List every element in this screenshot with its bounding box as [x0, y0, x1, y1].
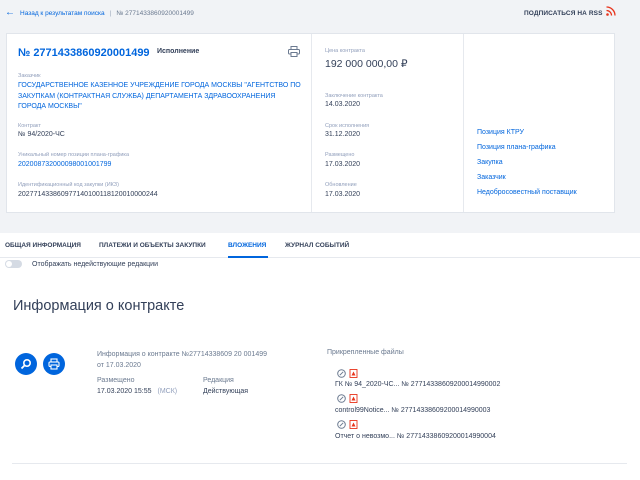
- published-value: 17.03.2020 15:55 (МСК): [97, 388, 177, 395]
- placed-label: Размещено: [325, 152, 355, 158]
- attachment-file-3[interactable]: Отчет о невозмо... № 2771433860920001499…: [335, 433, 496, 440]
- print-button[interactable]: [43, 353, 65, 375]
- breadcrumb-separator: |: [109, 9, 112, 17]
- plan-number-link[interactable]: 202008732000098001001799: [18, 161, 111, 168]
- customer-link[interactable]: ГОСУДАРСТВЕННОЕ КАЗЕННОЕ УЧРЕЖДЕНИЕ ГОРО…: [18, 81, 303, 113]
- tab-event-log[interactable]: ЖУРНАЛ СОБЫТИЙ: [285, 242, 349, 249]
- contract-info-line-1: Информация о контракте №27714338609 20 0…: [97, 351, 268, 358]
- signature-icon[interactable]: [337, 420, 346, 429]
- signature-icon[interactable]: [337, 394, 346, 403]
- registry-number[interactable]: № 2771433860920001499: [18, 47, 150, 59]
- card-dates-column: Цена контракта 192 000 000,00 ₽ Заключен…: [312, 34, 464, 212]
- conclusion-label: Заключение контракта: [325, 93, 383, 99]
- file-3-actions: [337, 420, 361, 429]
- placed-value: 17.03.2020: [325, 161, 361, 168]
- search-icon: [20, 358, 32, 370]
- inactive-editions-toggle[interactable]: [5, 260, 22, 268]
- updated-value: 17.03.2020: [325, 191, 361, 198]
- tab-attachments[interactable]: ВЛОЖЕНИЯ: [228, 242, 266, 249]
- edition-label: Редакция: [203, 377, 234, 384]
- customer-label: Заказчик: [18, 73, 41, 79]
- term-value: 31.12.2020: [325, 131, 361, 138]
- contract-value: № 94/2020-ЧС: [18, 131, 65, 138]
- rss-subscribe-link[interactable]: ПОДПИСАТЬСЯ НА RSS: [524, 10, 603, 17]
- published-datetime: 17.03.2020 15:55: [97, 388, 152, 395]
- price-value: 192 000 000,00 ₽: [325, 58, 408, 70]
- contract-info-text: Информация о контракте №27714338609 20 0…: [97, 349, 297, 371]
- section-divider: [12, 463, 627, 464]
- tab-bar: ОБЩАЯ ИНФОРМАЦИЯ ПЛАТЕЖИ И ОБЪЕКТЫ ЗАКУП…: [0, 233, 640, 258]
- active-tab-indicator: [228, 256, 268, 258]
- unfair-supplier-link[interactable]: Недобросовестный поставщик: [477, 189, 577, 196]
- contract-card: № 2771433860920001499 Исполнение Заказчи…: [6, 33, 615, 213]
- breadcrumb-current: № 27714338609200014​99: [116, 9, 194, 17]
- timezone-label: (МСК): [157, 388, 178, 395]
- attachment-file-1[interactable]: ГК № 94_2020-ЧС... № 2771433860920001499…: [335, 381, 500, 388]
- price-label: Цена контракта: [325, 48, 365, 54]
- print-icon[interactable]: [288, 46, 300, 57]
- rss-icon[interactable]: [606, 6, 616, 16]
- ktru-link[interactable]: Позиция КТРУ: [477, 129, 524, 136]
- edition-value: Действующая: [203, 388, 249, 395]
- contract-label: Контракт: [18, 123, 41, 129]
- print-icon: [48, 358, 60, 370]
- toggle-label: Отображать недействующие редакции: [32, 260, 159, 268]
- status-badge: Исполнение: [157, 48, 200, 55]
- conclusion-value: 14.03.2020: [325, 101, 361, 108]
- card-main-column: № 2771433860920001499 Исполнение Заказчи…: [7, 34, 312, 212]
- plan-label: Уникальный номер позиции плана-графика: [18, 152, 130, 158]
- attachments-title: Прикрепленные файлы: [327, 349, 404, 356]
- term-label: Срок исполнения: [325, 123, 370, 129]
- pdf-icon[interactable]: [349, 394, 358, 403]
- pdf-icon[interactable]: [349, 369, 358, 378]
- ikz-label: Идентификационный код закупки (ИКЗ): [18, 182, 119, 188]
- pdf-icon[interactable]: [349, 420, 358, 429]
- updated-label: Обновление: [325, 182, 357, 188]
- tab-general-info[interactable]: ОБЩАЯ ИНФОРМАЦИЯ: [5, 242, 81, 249]
- back-arrow-icon[interactable]: ←: [5, 8, 15, 18]
- file-2-actions: [337, 394, 361, 403]
- inactive-editions-toggle-row: Отображать недействующие редакции: [5, 260, 158, 268]
- customer-quick-link[interactable]: Заказчик: [477, 174, 506, 181]
- plan-position-link[interactable]: Позиция плана-графика: [477, 144, 556, 151]
- purchase-link[interactable]: Закупка: [477, 159, 503, 166]
- tab-payments[interactable]: ПЛАТЕЖИ И ОБЪЕКТЫ ЗАКУПКИ: [99, 242, 206, 249]
- signature-icon[interactable]: [337, 369, 346, 378]
- view-button[interactable]: [15, 353, 37, 375]
- published-label: Размещено: [97, 377, 135, 384]
- card-links-column: Позиция КТРУ Позиция плана-графика Закуп…: [464, 34, 614, 212]
- file-1-actions: [337, 369, 361, 378]
- ikz-value: 202771433860977140100118120010000244: [18, 191, 158, 198]
- back-to-results-link[interactable]: Назад к результатам поиска: [20, 10, 105, 17]
- contract-info-line-2: от 17.03.2020: [97, 362, 141, 369]
- attachment-file-2[interactable]: control99Notice... № 2771433860920001499…: [335, 407, 490, 414]
- breadcrumb: ← Назад к результатам поиска | № 2771433…: [5, 8, 194, 18]
- section-title: Информация о контракте: [13, 298, 185, 314]
